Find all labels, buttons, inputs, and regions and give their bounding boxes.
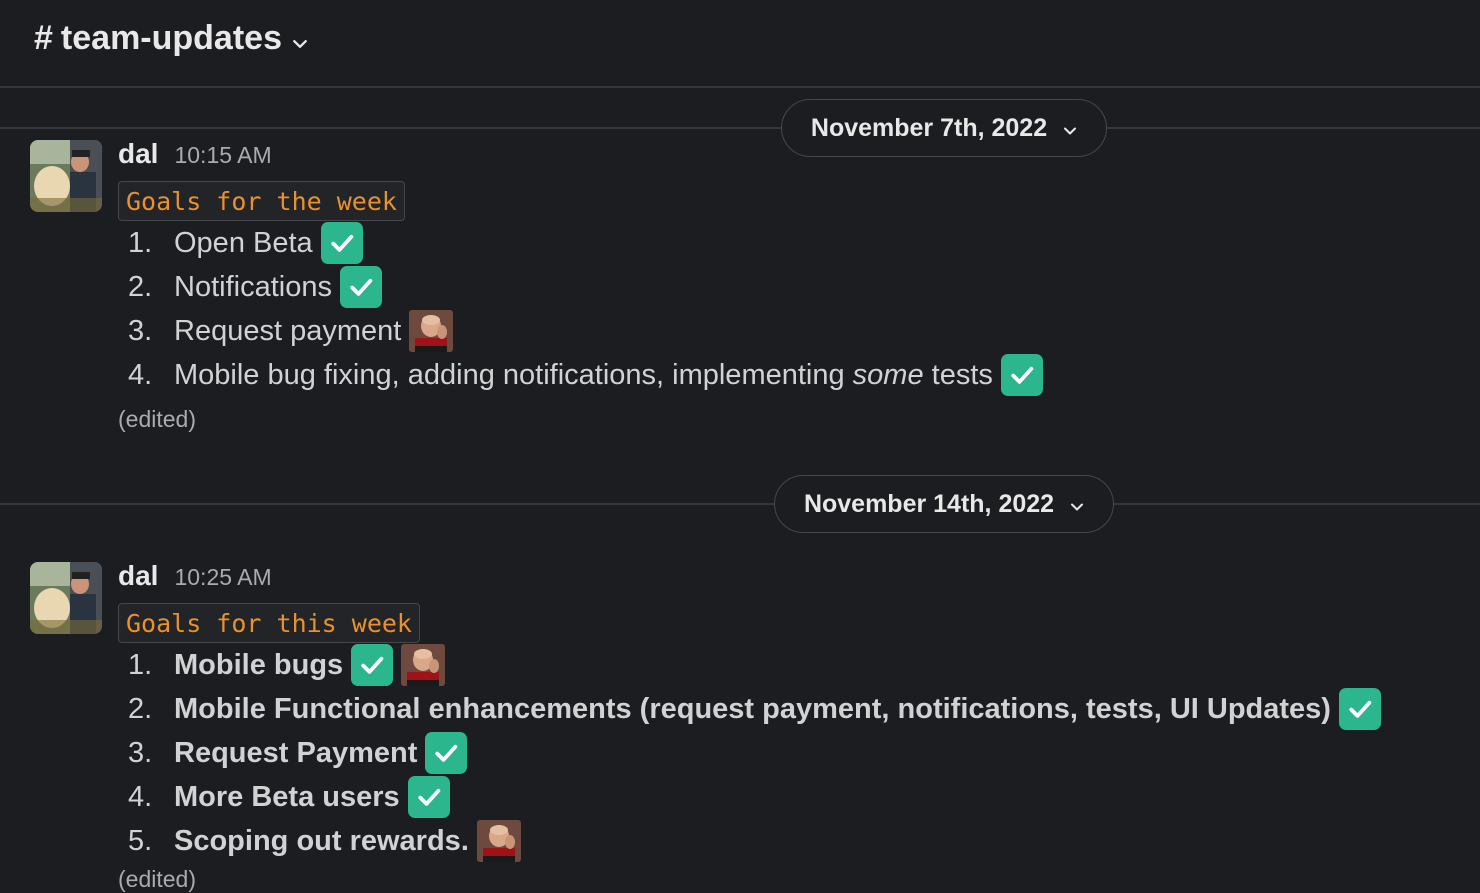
- picard-facepalm-icon: [409, 310, 453, 352]
- list-item-text: Notifications: [174, 270, 332, 303]
- list-item-text: Scoping out rewards.: [174, 824, 469, 857]
- chevron-down-icon: [1070, 490, 1084, 519]
- channel-header: # team-updates: [0, 0, 1480, 88]
- date-divider-button[interactable]: November 14th, 2022: [774, 475, 1114, 533]
- chevron-down-icon: [292, 20, 308, 59]
- list-number: 4.: [128, 358, 153, 391]
- list-item-text: Mobile Functional enhancements (request …: [174, 692, 1331, 725]
- list-number: 3.: [128, 314, 153, 347]
- goal-list: 1. Mobile bugs 2. Mobile Functional enha…: [128, 643, 1381, 863]
- chevron-down-icon: [1063, 114, 1077, 143]
- text-segment: Mobile bug fixing, adding notifications,…: [174, 358, 853, 391]
- message-timestamp[interactable]: 10:25 AM: [174, 564, 271, 591]
- goal-list: 1. Open Beta 2. Notifications 3. Request…: [128, 221, 1043, 397]
- date-divider-line: [0, 503, 1480, 505]
- check-mark-icon: [351, 644, 394, 686]
- list-item-text: Request Payment: [174, 736, 418, 769]
- edited-label: (edited): [118, 406, 196, 432]
- hash-icon: #: [34, 19, 53, 57]
- date-label: November 14th, 2022: [803, 489, 1055, 518]
- check-mark-icon: [320, 222, 363, 264]
- avatar[interactable]: [30, 562, 102, 634]
- check-mark-icon: [1000, 354, 1043, 396]
- italic-text: some: [852, 358, 924, 391]
- date-divider-button[interactable]: November 7th, 2022: [781, 99, 1107, 157]
- list-number: 3.: [128, 736, 153, 769]
- channel-name-button[interactable]: # team-updates: [34, 18, 308, 59]
- list-item: 2. Mobile Functional enhancements (reque…: [128, 687, 1381, 731]
- list-item: 4. More Beta users: [128, 775, 1381, 819]
- list-number: 4.: [128, 780, 153, 813]
- check-mark-icon: [425, 732, 468, 774]
- sender-name[interactable]: dal: [118, 138, 158, 170]
- date-divider-line: [0, 127, 1480, 129]
- list-item-text: Request payment: [174, 314, 402, 347]
- picard-facepalm-icon: [401, 644, 445, 686]
- message-header: dal 10:15 AM: [118, 138, 272, 170]
- check-mark-icon: [1338, 688, 1381, 730]
- list-item: 1. Mobile bugs: [128, 643, 1381, 687]
- list-item-text: More Beta users: [174, 780, 400, 813]
- list-item: 3. Request Payment: [128, 731, 1381, 775]
- list-item: 1. Open Beta: [128, 221, 1043, 265]
- check-mark-icon: [407, 776, 450, 818]
- text-segment: tests: [923, 358, 993, 391]
- list-item-text: Mobile bugs: [174, 648, 344, 681]
- list-number: 2.: [128, 692, 153, 725]
- date-label: November 7th, 2022: [810, 113, 1048, 142]
- list-number: 5.: [128, 824, 153, 857]
- list-item: 3. Request payment: [128, 309, 1043, 353]
- list-item: 5. Scoping out rewards.: [128, 819, 1381, 863]
- avatar[interactable]: [30, 140, 102, 212]
- list-item-text: Open Beta: [174, 226, 313, 259]
- list-item: 2. Notifications: [128, 265, 1043, 309]
- message-header: dal 10:25 AM: [118, 560, 272, 592]
- list-item-text: Mobile bug fixing, adding notifications,…: [174, 359, 993, 392]
- channel-name: team-updates: [60, 19, 282, 57]
- picard-facepalm-icon: [477, 820, 521, 862]
- check-mark-icon: [339, 266, 382, 308]
- inline-code: Goals for the week: [118, 181, 405, 221]
- list-number: 1.: [128, 648, 153, 681]
- message-timestamp[interactable]: 10:15 AM: [174, 142, 271, 169]
- list-number: 2.: [128, 270, 153, 303]
- list-item: 4. Mobile bug fixing, adding notificatio…: [128, 353, 1043, 397]
- list-number: 1.: [128, 226, 153, 259]
- inline-code: Goals for this week: [118, 603, 420, 643]
- sender-name[interactable]: dal: [118, 560, 158, 592]
